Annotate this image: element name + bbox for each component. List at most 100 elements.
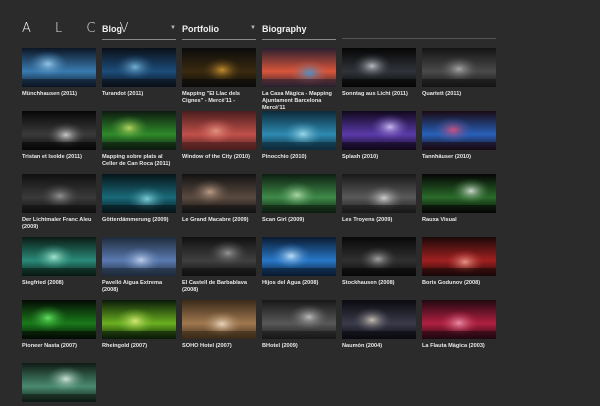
portfolio-caption[interactable]: El Castell de Barbablava (2008)	[182, 280, 256, 294]
portfolio-caption[interactable]: Scan Girl (2009)	[262, 217, 336, 224]
portfolio-caption[interactable]: Le Grand Macabre (2009)	[182, 217, 256, 224]
nav-divider	[342, 38, 496, 39]
portfolio-thumbnail[interactable]	[342, 48, 416, 87]
portfolio-caption[interactable]: Sonntag aus Licht (2011)	[342, 91, 416, 98]
portfolio-item[interactable]: Naumón (2004)	[342, 300, 416, 350]
portfolio-thumbnail[interactable]	[262, 174, 336, 213]
portfolio-thumbnail[interactable]	[182, 237, 256, 276]
portfolio-caption[interactable]: Siegfried (2008)	[22, 280, 96, 287]
portfolio-item[interactable]: Siegfried (2008)	[22, 237, 96, 287]
portfolio-item[interactable]: BHotel (2009)	[262, 300, 336, 350]
portfolio-thumbnail[interactable]	[182, 174, 256, 213]
portfolio-caption[interactable]: Mapping "El Llac dels Cignes" - Mercè'11…	[182, 91, 256, 105]
portfolio-item[interactable]: Splash (2010)	[342, 111, 416, 161]
portfolio-thumbnail[interactable]	[262, 111, 336, 150]
portfolio-item[interactable]: La Flauta Màgica (2003)	[422, 300, 496, 350]
portfolio-item[interactable]: Les Troyens (2009)	[342, 174, 416, 224]
portfolio-item[interactable]: Rauxa Visual	[422, 174, 496, 224]
portfolio-caption[interactable]: Boris Godunov (2008)	[422, 280, 496, 287]
portfolio-item[interactable]: Pavelló Aigua Extrema (2008)	[102, 237, 176, 294]
portfolio-caption[interactable]: Pioneer Nasta (2007)	[22, 343, 96, 350]
portfolio-thumbnail[interactable]	[342, 174, 416, 213]
portfolio-thumbnail[interactable]	[102, 48, 176, 87]
portfolio-item[interactable]: Boris Godunov (2008)	[422, 237, 496, 287]
portfolio-thumbnail[interactable]	[22, 111, 96, 150]
portfolio-thumbnail[interactable]	[182, 111, 256, 150]
portfolio-thumbnail[interactable]	[262, 300, 336, 339]
portfolio-item[interactable]: Götterdämmerung (2009)	[102, 174, 176, 224]
portfolio-thumbnail[interactable]	[342, 111, 416, 150]
portfolio-thumbnail[interactable]	[182, 48, 256, 87]
portfolio-caption[interactable]: Götterdämmerung (2009)	[102, 217, 176, 224]
portfolio-thumbnail[interactable]	[422, 48, 496, 87]
portfolio-thumbnail[interactable]	[182, 300, 256, 339]
portfolio-caption[interactable]: Stockhausen (2008)	[342, 280, 416, 287]
portfolio-item[interactable]: Rheingold (2007)	[102, 300, 176, 350]
portfolio-caption[interactable]: Naumón (2004)	[342, 343, 416, 350]
nav-portfolio[interactable]: Portfolio ▼	[182, 24, 256, 40]
nav-biography-label[interactable]: Biography	[262, 24, 307, 34]
portfolio-thumbnail[interactable]	[262, 48, 336, 87]
portfolio-caption[interactable]: Mapping sobre plats al Celler de Can Roc…	[102, 154, 176, 168]
portfolio-thumbnail[interactable]	[422, 300, 496, 339]
portfolio-item[interactable]: Mapping "El Llac dels Cignes" - Mercè'11…	[182, 48, 256, 105]
portfolio-thumbnail[interactable]	[342, 300, 416, 339]
nav-portfolio-label[interactable]: Portfolio	[182, 24, 219, 34]
portfolio-item[interactable]: Tristan et Isolde (2011)	[22, 111, 96, 161]
portfolio-item[interactable]: El Castell de Barbablava (2008)	[182, 237, 256, 294]
portfolio-thumbnail[interactable]	[22, 363, 96, 402]
portfolio-caption[interactable]: Pavelló Aigua Extrema (2008)	[102, 280, 176, 294]
portfolio-caption[interactable]: Turandot (2011)	[102, 91, 176, 98]
portfolio-thumbnail[interactable]	[102, 174, 176, 213]
portfolio-item[interactable]: Der Lichtmaler Franc Aleu (2009)	[22, 174, 96, 231]
portfolio-item[interactable]: Le Grand Macabre (2009)	[182, 174, 256, 224]
chevron-down-icon[interactable]: ▼	[170, 25, 176, 31]
portfolio-caption[interactable]: Tannhäuser (2010)	[422, 154, 496, 161]
portfolio-thumbnail[interactable]	[102, 237, 176, 276]
portfolio-caption[interactable]: Rauxa Visual	[422, 217, 496, 224]
portfolio-caption[interactable]: Der Lichtmaler Franc Aleu (2009)	[22, 217, 96, 231]
portfolio-caption[interactable]: Quartett (2011)	[422, 91, 496, 98]
nav-blog-label[interactable]: Blog	[102, 24, 122, 34]
portfolio-thumbnail[interactable]	[422, 237, 496, 276]
portfolio-caption[interactable]: Rheingold (2007)	[102, 343, 176, 350]
portfolio-thumbnail[interactable]	[342, 237, 416, 276]
portfolio-item[interactable]: Hijos del Agua (2008)	[262, 237, 336, 287]
portfolio-item[interactable]: Sonntag aus Licht (2011)	[342, 48, 416, 98]
portfolio-item[interactable]: Stockhausen (2008)	[342, 237, 416, 287]
portfolio-thumbnail[interactable]	[102, 300, 176, 339]
chevron-down-icon[interactable]: ▼	[250, 25, 256, 31]
portfolio-item[interactable]: Window of the City (2010)	[182, 111, 256, 161]
portfolio-item[interactable]: Quartett (2011)	[422, 48, 496, 98]
portfolio-thumbnail[interactable]	[22, 300, 96, 339]
nav-biography[interactable]: Biography	[262, 24, 336, 40]
portfolio-caption[interactable]: La Casa Màgica - Mapping Ajuntament Barc…	[262, 91, 336, 112]
portfolio-thumbnail[interactable]	[22, 237, 96, 276]
portfolio-caption[interactable]: Tristan et Isolde (2011)	[22, 154, 96, 161]
portfolio-caption[interactable]: Münchhausen (2011)	[22, 91, 96, 98]
portfolio-item[interactable]: Turandot (2011)	[102, 48, 176, 98]
portfolio-item[interactable]: SOHO Hotel (2007)	[182, 300, 256, 350]
portfolio-caption[interactable]: BHotel (2009)	[262, 343, 336, 350]
portfolio-thumbnail[interactable]	[102, 111, 176, 150]
portfolio-thumbnail[interactable]	[422, 174, 496, 213]
portfolio-item[interactable]: Mapping sobre plats al Celler de Can Roc…	[102, 111, 176, 168]
portfolio-thumbnail[interactable]	[262, 237, 336, 276]
portfolio-caption[interactable]: Pinocchio (2010)	[262, 154, 336, 161]
nav-blog[interactable]: Blog ▼	[102, 24, 176, 40]
portfolio-thumbnail[interactable]	[22, 174, 96, 213]
portfolio-caption[interactable]: Les Troyens (2009)	[342, 217, 416, 224]
portfolio-item[interactable]: La Casa Màgica - Mapping Ajuntament Barc…	[262, 48, 336, 112]
portfolio-caption[interactable]: La Flauta Màgica (2003)	[422, 343, 496, 350]
portfolio-item[interactable]: Pioneer Nasta (2007)	[22, 300, 96, 350]
portfolio-item[interactable]: Tannhäuser (2010)	[422, 111, 496, 161]
portfolio-caption[interactable]: Window of the City (2010)	[182, 154, 256, 161]
portfolio-item[interactable]: Pinocchio (2010)	[262, 111, 336, 161]
portfolio-thumbnail[interactable]	[22, 48, 96, 87]
portfolio-item[interactable]: Scan Girl (2009)	[262, 174, 336, 224]
portfolio-caption[interactable]: SOHO Hotel (2007)	[182, 343, 256, 350]
portfolio-item[interactable]: Münchhausen (2011)	[22, 48, 96, 98]
portfolio-caption[interactable]: Splash (2010)	[342, 154, 416, 161]
portfolio-caption[interactable]: Hijos del Agua (2008)	[262, 280, 336, 287]
portfolio-thumbnail[interactable]	[422, 111, 496, 150]
